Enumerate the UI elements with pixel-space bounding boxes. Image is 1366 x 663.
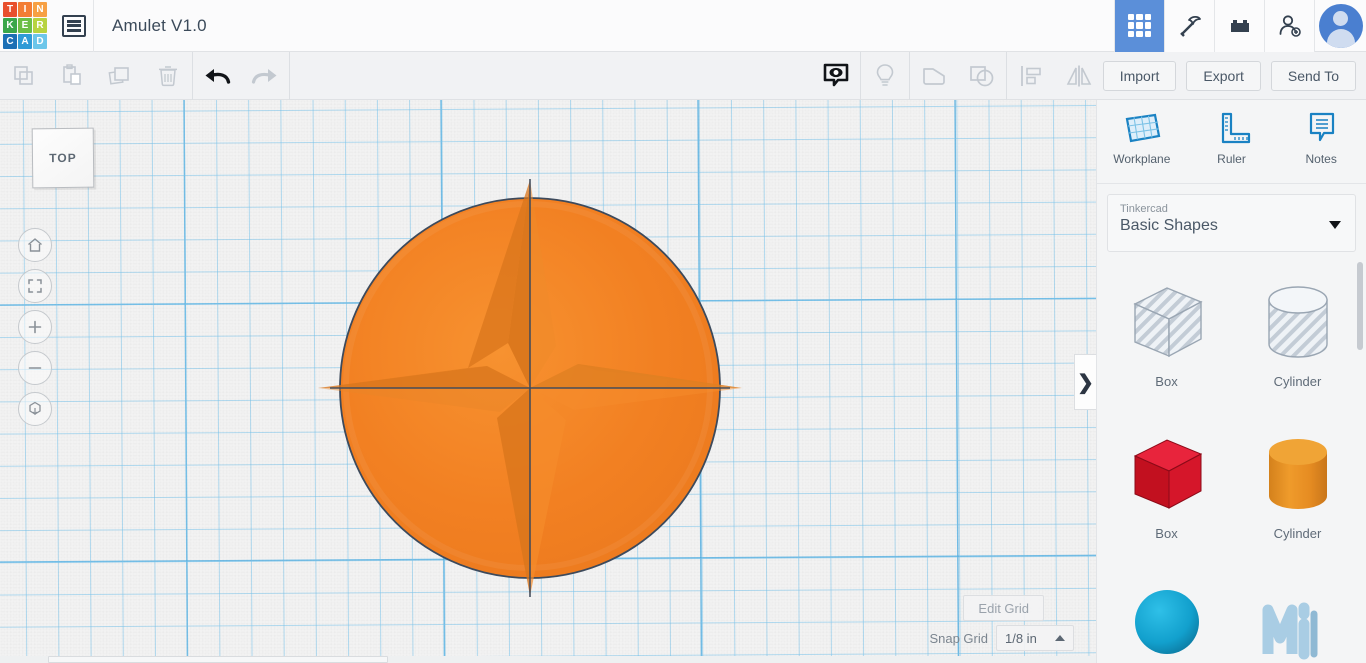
- shape-library-value: Basic Shapes: [1120, 217, 1218, 234]
- zoom-out-icon[interactable]: [18, 351, 52, 385]
- snap-grid-label: Snap Grid: [929, 630, 988, 646]
- shape-item-box-hole[interactable]: Box: [1101, 266, 1232, 418]
- shape-label: Box: [1155, 526, 1178, 541]
- shape-library-group: Tinkercad: [1120, 203, 1168, 215]
- list-menu-icon: [61, 14, 86, 37]
- logo-tile-e: E: [18, 18, 32, 33]
- navigation-controls: [18, 228, 52, 426]
- snap-grid-value: 1/8 in: [1005, 630, 1037, 646]
- ruler-icon[interactable]: Ruler: [1187, 110, 1277, 183]
- add-user-icon[interactable]: [1264, 0, 1314, 52]
- toolbar-divider: [289, 51, 290, 100]
- panel-tools-row: Workplane Ruler Notes: [1097, 100, 1366, 184]
- show-hide-icon[interactable]: [812, 52, 860, 100]
- apps-grid-icon[interactable]: [1114, 0, 1164, 52]
- perspective-toggle-icon[interactable]: [18, 392, 52, 426]
- ungroup-icon[interactable]: [958, 52, 1006, 100]
- workplane-canvas[interactable]: TOP ❯ Edit Grid Snap Grid 1/8 in: [0, 100, 1096, 663]
- send-to-button[interactable]: Send To: [1270, 60, 1356, 91]
- shape-item-sphere-solid[interactable]: [1101, 570, 1232, 663]
- shape-item-text[interactable]: [1232, 570, 1363, 663]
- panel-collapse-handle[interactable]: ❯: [1074, 354, 1096, 410]
- orange-disc-with-star[interactable]: [0, 100, 1096, 663]
- top-bar: TIN KER CAD Amulet V1.0: [0, 0, 1366, 52]
- duplicate-icon[interactable]: [96, 52, 144, 100]
- page-title: Amulet V1.0: [112, 15, 207, 35]
- home-view-icon[interactable]: [18, 228, 52, 262]
- delete-icon[interactable]: [144, 52, 192, 100]
- paste-icon[interactable]: [48, 52, 96, 100]
- view-cube[interactable]: TOP: [31, 127, 95, 189]
- shape-item-box-solid[interactable]: Box: [1101, 418, 1232, 570]
- logo-tile-t: T: [3, 2, 17, 17]
- group-icon[interactable]: [910, 52, 958, 100]
- chevron-down-icon: [1329, 221, 1341, 229]
- snap-grid-control: Snap Grid 1/8 in: [929, 625, 1074, 651]
- shape-item-cylinder-solid[interactable]: Cylinder: [1232, 418, 1363, 570]
- notes-icon[interactable]: Notes: [1276, 110, 1366, 183]
- edit-toolbar: Import Export Send To: [0, 51, 1366, 100]
- logo-tile-a: A: [18, 34, 32, 49]
- shapes-panel: Workplane Ruler Notes Tinkercad Basic Sh…: [1096, 100, 1366, 663]
- logo-tile-r: R: [33, 18, 47, 33]
- lightbulb-icon[interactable]: [861, 52, 909, 100]
- tinkercad-logo[interactable]: TIN KER CAD: [0, 0, 47, 52]
- shape-list: Box Cylinder Box Cylinder: [1097, 258, 1366, 663]
- shape-item-cylinder-hole[interactable]: Cylinder: [1232, 266, 1363, 418]
- fit-view-icon[interactable]: [18, 269, 52, 303]
- shape-label: Cylinder: [1273, 526, 1322, 541]
- redo-icon[interactable]: [241, 52, 289, 100]
- shape-list-scrollbar[interactable]: [1357, 262, 1363, 350]
- undo-icon[interactable]: [193, 52, 241, 100]
- bricks-icon[interactable]: [1214, 0, 1264, 52]
- mirror-icon[interactable]: [1055, 52, 1103, 100]
- shape-library-select[interactable]: Tinkercad Basic Shapes: [1107, 194, 1356, 252]
- logo-tile-k: K: [3, 18, 17, 33]
- user-account-button[interactable]: [1314, 0, 1366, 52]
- avatar: [1318, 3, 1363, 48]
- ruler-label: Ruler: [1217, 152, 1246, 166]
- shape-label: Box: [1155, 374, 1178, 389]
- main-menu-button[interactable]: [54, 0, 94, 52]
- logo-tile-c: C: [3, 34, 17, 49]
- workplane-label: Workplane: [1113, 152, 1171, 166]
- snap-grid-select[interactable]: 1/8 in: [996, 625, 1074, 651]
- logo-tile-d: D: [33, 34, 47, 49]
- copy-icon[interactable]: [0, 52, 48, 100]
- logo-tile-i: I: [18, 2, 32, 17]
- edit-grid-button[interactable]: Edit Grid: [963, 595, 1044, 621]
- horizontal-scrollbar-thumb[interactable]: [48, 656, 388, 663]
- workplane-icon[interactable]: Workplane: [1097, 110, 1187, 183]
- pickaxe-icon[interactable]: [1164, 0, 1214, 52]
- shape-label: Cylinder: [1273, 374, 1322, 389]
- logo-tile-n: N: [33, 2, 47, 17]
- tinkercad-app: TIN KER CAD Amulet V1.0 Import Export Send…: [0, 0, 1366, 663]
- zoom-in-icon[interactable]: [18, 310, 52, 344]
- import-button[interactable]: Import: [1102, 60, 1177, 91]
- top-bar-right-group: [1114, 0, 1366, 52]
- align-icon[interactable]: [1007, 52, 1055, 100]
- chevron-up-icon: [1055, 635, 1065, 641]
- notes-label: Notes: [1305, 152, 1337, 166]
- export-button[interactable]: Export: [1186, 60, 1261, 91]
